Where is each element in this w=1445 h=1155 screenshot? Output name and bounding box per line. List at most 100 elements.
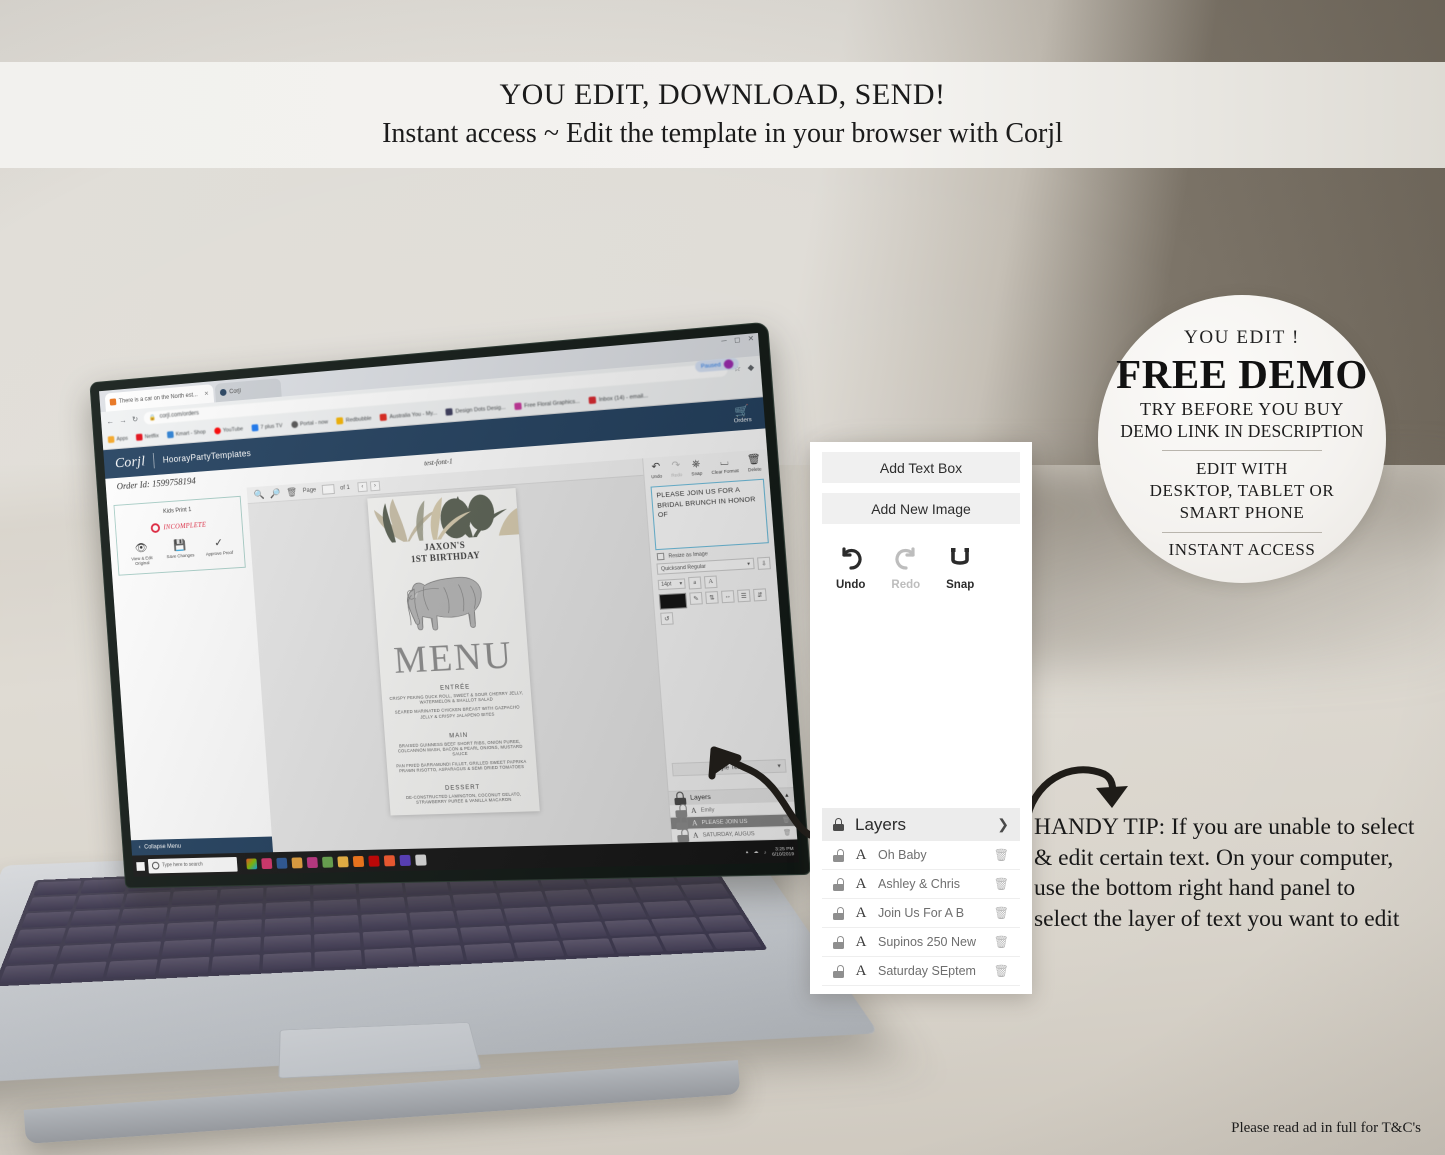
chevron-down-icon[interactable]: ❯ <box>997 816 1009 833</box>
undo-button[interactable]: ↶ Undo <box>650 461 662 479</box>
app-icon[interactable] <box>246 857 258 869</box>
order-card[interactable]: Kids Print 1 INCOMPLETE 👁 View & Edit Or… <box>113 495 246 576</box>
line-height-icon[interactable]: ⇅ <box>705 590 719 605</box>
redo-button[interactable]: ↷ Redo <box>670 460 682 478</box>
maximize-icon[interactable]: ◻ <box>734 336 741 345</box>
clear-format-button[interactable]: ⌴ Clear Format <box>710 456 739 475</box>
bookmark-item[interactable]: Redbubble <box>336 415 372 425</box>
resize-as-image-checkbox[interactable] <box>656 552 665 561</box>
layer-row[interactable]: A Supinos 250 New 🗑 <box>822 928 1020 957</box>
zoom-out-icon[interactable]: 🔎 <box>270 488 281 499</box>
layer-row[interactable]: A Join Us For A B 🗑 <box>822 899 1020 928</box>
bookmark-item[interactable]: YouTube <box>213 425 244 435</box>
trash-icon[interactable]: 🗑 <box>994 964 1009 978</box>
app-icon[interactable] <box>383 854 396 866</box>
bookmark-item[interactable]: Free Floral Graphics... <box>514 398 580 411</box>
corjl-logo[interactable]: Corjl <box>115 453 146 472</box>
corjl-panel-callout: Add Text Box Add New Image Undo Redo Sna… <box>810 442 1032 994</box>
app-icon[interactable] <box>399 854 411 866</box>
add-text-box-button[interactable]: Add Text Box <box>822 452 1020 483</box>
divider <box>1162 532 1322 533</box>
align-icon[interactable]: ☰ <box>736 589 751 603</box>
add-new-image-button[interactable]: Add New Image <box>822 493 1020 524</box>
app-icon[interactable] <box>368 855 380 867</box>
redo-button[interactable]: Redo <box>891 546 920 591</box>
trash-icon[interactable]: 🗑 <box>994 848 1009 862</box>
text-color-swatch[interactable] <box>658 592 688 610</box>
forward-icon[interactable]: → <box>119 415 127 424</box>
text-direction-icon[interactable]: ⇵ <box>753 588 767 602</box>
curve-text-icon[interactable]: ↺ <box>660 612 674 626</box>
snap-button[interactable]: ⎈ Snap <box>690 458 702 476</box>
minimize-icon[interactable]: ─ <box>721 337 727 346</box>
bookmark-item[interactable]: Design Dots Desig... <box>445 404 506 416</box>
unlock-icon[interactable] <box>833 935 844 949</box>
design-preview[interactable]: JAXON'S 1ST BIRTHDAY MENU ENTRÉE CRISPY … <box>367 487 540 816</box>
decrease-size-button[interactable]: a <box>688 576 702 590</box>
badge-devices-line2: SMART PHONE <box>1179 503 1305 522</box>
tip-line-3: use the bottom right hand panel to <box>1034 875 1356 901</box>
app-icon[interactable] <box>321 856 334 868</box>
bookmark-item[interactable]: Kmart - Shop <box>166 428 206 439</box>
bookmark-item[interactable]: Netflix <box>135 432 159 441</box>
profile-label: Paused <box>700 361 721 370</box>
section-item: BRAISED GUINNESS BEEF SHORT RIBS, ONION … <box>397 738 523 757</box>
favicon-icon <box>219 388 227 397</box>
trash-icon[interactable]: 🗑 <box>286 486 298 498</box>
reload-icon[interactable]: ↻ <box>132 414 139 423</box>
text-editor-textarea[interactable]: PLEASE JOIN US FOR A BRIDAL BRUNCH IN HO… <box>650 478 769 551</box>
app-icon[interactable] <box>276 857 288 869</box>
extensions-icon[interactable]: ◆ <box>747 362 754 372</box>
search-placeholder: Type here to search <box>161 861 204 869</box>
next-page-button[interactable]: › <box>369 480 381 492</box>
app-icon[interactable] <box>352 855 365 867</box>
orders-button[interactable]: 🛒 Orders <box>733 404 752 424</box>
unlock-icon[interactable] <box>833 848 844 862</box>
increase-size-button[interactable]: A <box>703 575 718 589</box>
app-icon[interactable] <box>261 857 273 869</box>
close-window-icon[interactable]: ✕ <box>747 334 754 343</box>
close-icon[interactable]: ✕ <box>204 390 209 397</box>
app-icon[interactable] <box>337 855 349 867</box>
back-icon[interactable]: ← <box>106 416 114 425</box>
prev-page-button[interactable]: ‹ <box>357 481 368 493</box>
app-icon[interactable] <box>291 856 303 868</box>
section-item: SEARED MARINATED CHICKEN BREAST WITH GAZ… <box>394 704 520 720</box>
unlock-icon[interactable] <box>833 877 844 891</box>
approve-proof-button[interactable]: ✓ Approve Proof <box>202 537 237 562</box>
trash-icon[interactable]: 🗑 <box>994 906 1009 920</box>
bookmark-item[interactable]: 7 plus TV <box>251 422 283 432</box>
bookmark-item[interactable]: Apps <box>107 435 128 444</box>
unlock-icon[interactable] <box>833 906 844 920</box>
layers-header[interactable]: Layers ❯ <box>822 808 1020 841</box>
windows-search-input[interactable]: Type here to search <box>147 856 238 874</box>
font-family-value: Quicksand Regular <box>660 563 707 572</box>
app-icon[interactable] <box>415 853 427 866</box>
delete-button[interactable]: 🗑 Delete <box>747 454 762 473</box>
app-icon[interactable] <box>306 856 318 868</box>
zoom-in-icon[interactable]: 🔍 <box>253 489 264 500</box>
unlock-icon[interactable] <box>677 828 690 843</box>
layer-row[interactable]: A Ashley & Chris 🗑 <box>822 870 1020 899</box>
font-upload-button[interactable]: ⇩ <box>757 556 771 570</box>
trash-icon[interactable]: 🗑 <box>994 877 1009 891</box>
unlock-icon[interactable] <box>833 964 844 978</box>
bookmark-item[interactable]: Inbox (14) - email... <box>588 392 648 405</box>
layer-row[interactable]: A Saturday SEptem 🗑 <box>822 957 1020 986</box>
text-layer-icon: A <box>855 904 867 921</box>
snap-button[interactable]: Snap <box>946 546 974 591</box>
font-family-select[interactable]: Quicksand Regular ▾ <box>656 557 755 575</box>
bookmark-item[interactable]: Portal - now <box>290 418 329 429</box>
layer-row[interactable]: A Oh Baby 🗑 <box>822 841 1020 870</box>
letter-spacing-icon[interactable]: ↔ <box>720 590 735 604</box>
bookmark-item[interactable]: Australia You - My... <box>380 409 437 422</box>
undo-button[interactable]: Undo <box>836 546 865 591</box>
save-changes-button[interactable]: 💾 Save Changes <box>163 540 198 565</box>
page-number-input[interactable] <box>321 484 335 495</box>
eyedropper-icon[interactable]: ✎ <box>689 591 703 605</box>
font-size-select[interactable]: 14pt ▾ <box>657 578 686 591</box>
design-section-dessert: DESSERT DE-CONSTRUCTED LAMINGTON, COCONU… <box>394 783 533 810</box>
windows-start-icon[interactable] <box>136 861 145 871</box>
view-edit-original-button[interactable]: 👁 View & Edit Original <box>125 542 159 567</box>
trash-icon[interactable]: 🗑 <box>994 935 1009 949</box>
